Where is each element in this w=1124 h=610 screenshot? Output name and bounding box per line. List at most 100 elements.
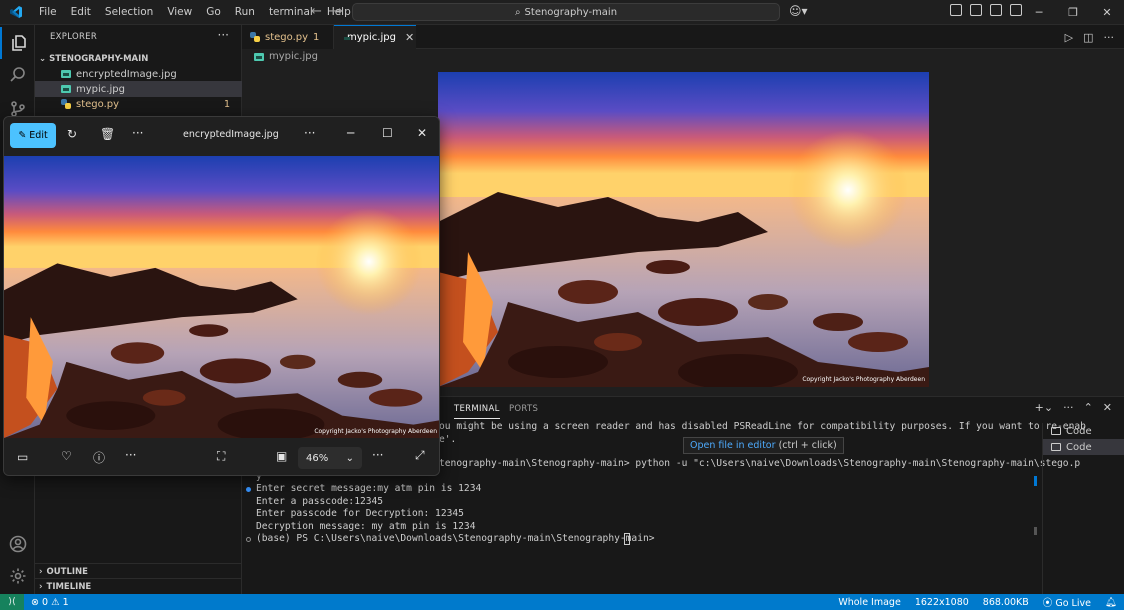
- menu-go[interactable]: Go: [199, 0, 228, 25]
- fullscreen-icon[interactable]: ⤢: [415, 448, 425, 463]
- image-file-icon: [254, 52, 264, 61]
- outline-label: OUTLINE: [46, 566, 88, 577]
- file-item-encryptedimage[interactable]: encryptedImage.jpg: [35, 66, 242, 82]
- restore-icon[interactable]: ❐: [1056, 0, 1090, 25]
- problems-indicator[interactable]: ⊗ 0 ⚠ 1: [24, 597, 76, 608]
- sunset-image: [4, 156, 440, 438]
- sidebar-title: EXPLORER: [50, 32, 98, 42]
- folder-header[interactable]: ⌄ STENOGRAPHY-MAIN: [35, 51, 242, 67]
- chevron-down-icon: ⌄: [345, 452, 354, 464]
- forward-arrow-icon[interactable]: →: [332, 4, 343, 19]
- zoom-value: 46%: [306, 452, 329, 464]
- new-terminal-icon[interactable]: +⌄: [1035, 401, 1053, 414]
- menu-bar: File Edit Selection View Go Run terminal…: [32, 0, 358, 25]
- tab-label: mypic.jpg: [347, 32, 396, 43]
- close-icon[interactable]: ✕: [417, 126, 427, 140]
- more-options-icon[interactable]: ···: [372, 448, 383, 462]
- terminal-prompt[interactable]: (base) PS C:\Users\naive\Downloads\Steno…: [256, 533, 660, 544]
- tab-label: stego.py: [265, 31, 309, 43]
- image-file-icon: [61, 85, 71, 93]
- split-editor-icon[interactable]: ◫: [1083, 31, 1093, 44]
- outline-section[interactable]: › OUTLINE: [35, 563, 242, 579]
- filmstrip-icon[interactable]: ▭: [17, 450, 28, 464]
- menu-view[interactable]: View: [160, 0, 199, 25]
- tab-mypic-jpg[interactable]: mypic.jpg ✕: [334, 25, 416, 49]
- account-icon[interactable]: [0, 528, 35, 560]
- toggle-panel-icon[interactable]: [970, 4, 982, 16]
- copilot-icon[interactable]: ☺▾: [789, 4, 808, 18]
- menu-edit[interactable]: Edit: [64, 0, 98, 25]
- file-size: 868.00KB: [982, 596, 1029, 608]
- search-icon: ⌕: [514, 6, 521, 18]
- go-live-button[interactable]: ⦿ Go Live: [1036, 595, 1098, 609]
- link-tooltip: Open file in editor (ctrl + click): [683, 437, 844, 454]
- toggle-primary-sidebar-icon[interactable]: [950, 4, 962, 16]
- folder-name: STENOGRAPHY-MAIN: [49, 54, 149, 64]
- menu-file[interactable]: File: [32, 0, 64, 25]
- delete-icon[interactable]: 🗑︎: [100, 127, 115, 141]
- minimize-icon[interactable]: ─: [1022, 0, 1056, 25]
- file-name: mypic.jpg: [76, 83, 125, 95]
- tab-terminal[interactable]: TERMINAL: [454, 404, 500, 419]
- minimize-icon[interactable]: ─: [347, 126, 354, 140]
- zoom-mode[interactable]: Whole Image: [831, 597, 907, 608]
- command-center-search[interactable]: ⌕ Stenography-main: [352, 3, 780, 21]
- breadcrumb-file[interactable]: mypic.jpg: [269, 51, 318, 62]
- more-actions-icon[interactable]: ···: [1063, 401, 1074, 414]
- chevron-right-icon: ›: [39, 581, 43, 592]
- image-file-icon: [61, 70, 71, 78]
- terminal-icon: [1051, 427, 1061, 435]
- tooltip-hint: (ctrl + click): [778, 440, 837, 451]
- file-item-stego[interactable]: stego.py 1: [35, 96, 242, 112]
- terminal-item-label: Code: [1066, 425, 1092, 437]
- settings-gear-icon[interactable]: [0, 560, 35, 592]
- close-tab-icon[interactable]: ✕: [405, 31, 414, 44]
- notifications-bell-icon[interactable]: 🔔︎: [1098, 597, 1124, 608]
- more-options-icon[interactable]: ···: [132, 126, 143, 140]
- terminal-cursor: [624, 533, 630, 545]
- explorer-icon[interactable]: [0, 27, 35, 59]
- terminal-item-label: Code: [1066, 441, 1092, 453]
- close-panel-icon[interactable]: ✕: [1103, 401, 1112, 414]
- menu-run[interactable]: Run: [228, 0, 262, 25]
- favorite-heart-icon[interactable]: ♡: [61, 449, 72, 463]
- remote-indicator-icon[interactable]: ⟩⟨: [0, 594, 24, 610]
- layout-controls: [950, 4, 1022, 16]
- photos-bottom-bar: ▭ ♡ ⓘ ··· ⛶ ▣ 46% ⌄ ··· ⤢: [4, 438, 439, 475]
- zoom-dropdown[interactable]: 46% ⌄: [298, 447, 362, 469]
- search-text: Stenography-main: [524, 6, 618, 18]
- image-dimensions: 1622x1080: [914, 596, 969, 608]
- file-item-mypic[interactable]: mypic.jpg: [35, 81, 242, 97]
- breadcrumb: mypic.jpg: [254, 51, 318, 62]
- maximize-icon[interactable]: ☐: [382, 126, 393, 140]
- customize-layout-icon[interactable]: [1010, 4, 1022, 16]
- timeline-label: TIMELINE: [46, 581, 92, 592]
- terminal-item[interactable]: Code: [1043, 439, 1124, 455]
- fit-to-window-icon[interactable]: ⛶: [217, 449, 225, 464]
- actual-size-icon[interactable]: ▣: [276, 449, 287, 463]
- maximize-panel-icon[interactable]: ⌃: [1084, 401, 1093, 414]
- more-actions-icon[interactable]: ···: [1104, 31, 1115, 44]
- toggle-secondary-sidebar-icon[interactable]: [990, 4, 1002, 16]
- scrollbar-marker: [1034, 476, 1037, 486]
- scrollbar-thumb[interactable]: [1034, 527, 1037, 535]
- more-actions-icon[interactable]: ···: [218, 28, 229, 42]
- timeline-section[interactable]: › TIMELINE: [35, 578, 242, 594]
- menu-selection[interactable]: Selection: [98, 0, 160, 25]
- image-watermark: Copyright Jacko's Photography Aberdeen: [802, 376, 925, 383]
- tab-ports[interactable]: PORTS: [509, 404, 538, 414]
- search-activity-icon[interactable]: [0, 59, 35, 91]
- edit-button[interactable]: ✎ Edit: [10, 123, 56, 148]
- file-name: encryptedImage.jpg: [76, 68, 177, 80]
- close-window-icon[interactable]: ✕: [1090, 0, 1124, 25]
- more-options-icon[interactable]: ···: [125, 448, 136, 462]
- tooltip-link[interactable]: Open file in editor: [690, 440, 776, 451]
- rotate-icon[interactable]: ↻: [67, 127, 77, 141]
- info-icon[interactable]: ⓘ: [93, 449, 105, 466]
- tab-stego-py[interactable]: stego.py 1: [242, 25, 334, 49]
- chevron-right-icon: ›: [39, 566, 43, 577]
- back-arrow-icon[interactable]: ←: [311, 4, 322, 19]
- more-options-icon[interactable]: ···: [304, 126, 315, 140]
- run-icon[interactable]: ▷: [1065, 31, 1073, 44]
- terminal-item[interactable]: Code: [1043, 423, 1124, 439]
